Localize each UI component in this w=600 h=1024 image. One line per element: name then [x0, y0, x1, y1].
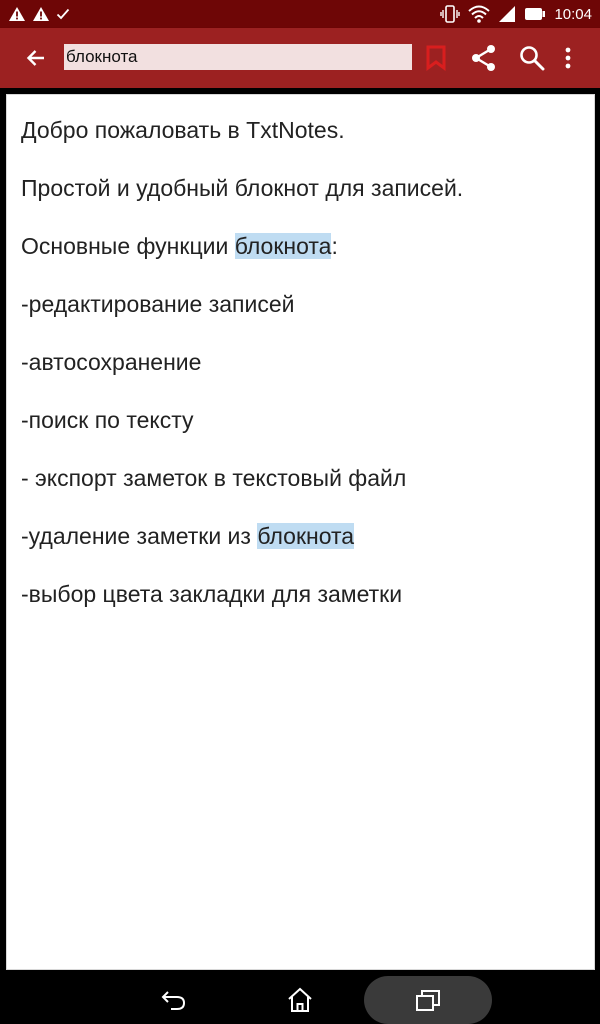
- status-bar: 10:04: [0, 0, 600, 28]
- note-line: -выбор цвета закладки для заметки: [21, 581, 403, 607]
- warning-icon: [33, 7, 49, 21]
- wifi-icon: [468, 5, 491, 23]
- search-button[interactable]: [510, 28, 554, 88]
- arrow-left-icon: [26, 50, 44, 66]
- more-vert-icon: [565, 47, 571, 69]
- back-button[interactable]: [14, 28, 58, 88]
- share-icon: [472, 45, 495, 71]
- nav-back-button[interactable]: [150, 976, 198, 1024]
- nav-home-button[interactable]: [276, 976, 324, 1024]
- note-line: - экспорт заметок в текстовый файл: [21, 465, 407, 491]
- search-icon: [520, 46, 545, 71]
- battery-icon: [525, 8, 546, 20]
- overflow-menu-button[interactable]: [552, 28, 584, 88]
- check-icon: [56, 8, 70, 20]
- status-time: 10:04: [554, 5, 592, 23]
- toolbar: [0, 28, 600, 88]
- note-line: Добро пожаловать в TxtNotes.: [21, 117, 345, 143]
- note-line: -удаление заметки из блокнота: [21, 523, 355, 549]
- search-highlight: блокнота: [257, 523, 355, 549]
- notification-icons: [8, 4, 70, 24]
- search-input[interactable]: [64, 44, 412, 70]
- home-icon: [288, 987, 312, 1012]
- note-line: -редактирование записей: [21, 291, 295, 317]
- note-line: Основные функции блокнота:: [21, 233, 338, 259]
- nav-recents-button[interactable]: [364, 976, 492, 1024]
- recents-icon: [416, 990, 440, 1011]
- bookmark-color-button[interactable]: [420, 28, 452, 88]
- system-status-icons: 10:04: [440, 4, 592, 24]
- back-icon: [161, 991, 186, 1010]
- warning-icon: [9, 7, 25, 21]
- signal-icon: [499, 6, 516, 22]
- note-line: -поиск по тексту: [21, 407, 194, 433]
- note-text[interactable]: Добро пожаловать в TxtNotes. Простой и у…: [21, 113, 581, 635]
- note-content[interactable]: Добро пожаловать в TxtNotes. Простой и у…: [6, 94, 595, 970]
- note-line: -автосохранение: [21, 349, 202, 375]
- share-button[interactable]: [462, 28, 506, 88]
- search-highlight: блокнота: [234, 233, 332, 259]
- bookmark-icon: [426, 45, 446, 71]
- vibrate-icon: [440, 5, 461, 23]
- navigation-bar: [0, 976, 600, 1024]
- note-line: Простой и удобный блокнот для записей.: [21, 175, 464, 201]
